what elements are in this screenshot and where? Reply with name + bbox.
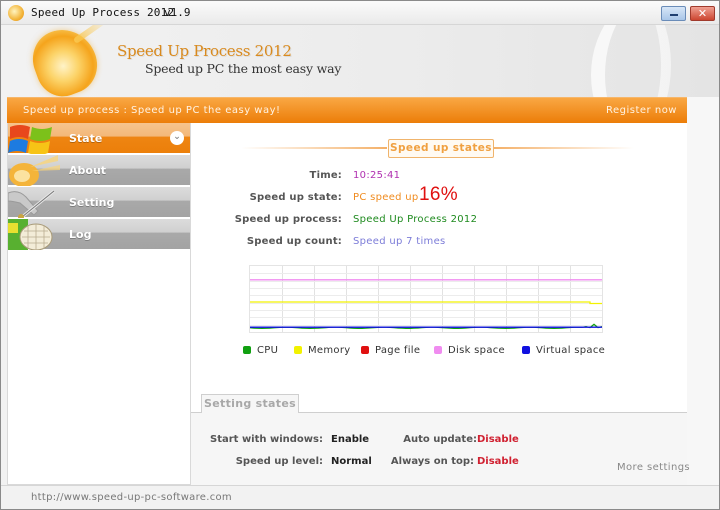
sidebar-item-label: State bbox=[69, 132, 103, 145]
legend-label: Disk space bbox=[448, 345, 505, 356]
close-icon: ✕ bbox=[697, 7, 708, 20]
register-now-link[interactable]: Register now bbox=[606, 105, 677, 116]
banner-subtitle: Speed up PC the most easy way bbox=[145, 61, 342, 76]
setting-states-panel bbox=[191, 412, 687, 485]
status-bar: http://www.speed-up-pc-software.com bbox=[1, 485, 719, 509]
sidebar: State ⌄ About Setting Log bbox=[7, 123, 191, 485]
tab-setting-states[interactable]: Setting states bbox=[201, 394, 299, 413]
app-window: Speed Up Process 2012 v1.9 ✕ Speed Up Pr… bbox=[0, 0, 720, 510]
tagline-text: Speed up process : Speed up PC the easy … bbox=[23, 105, 281, 116]
banner-title: Speed Up Process 2012 bbox=[117, 42, 292, 60]
window-title: Speed Up Process 2012 bbox=[31, 6, 175, 19]
divider bbox=[241, 147, 387, 149]
minimize-button[interactable] bbox=[661, 6, 686, 21]
website-link[interactable]: http://www.speed-up-pc-software.com bbox=[31, 492, 232, 503]
speed-up-count-value: Speed up 7 times bbox=[353, 236, 446, 247]
window-version: v1.9 bbox=[164, 6, 191, 19]
logo-flame-icon bbox=[8, 155, 60, 186]
logo-flame-icon bbox=[24, 25, 106, 97]
sidebar-item-about[interactable]: About bbox=[8, 155, 190, 186]
sidebar-item-state[interactable]: State ⌄ bbox=[8, 123, 190, 154]
time-label: Time: bbox=[309, 170, 342, 181]
sidebar-item-log[interactable]: Log bbox=[8, 219, 190, 250]
resource-graph-canvas bbox=[250, 266, 602, 332]
title-bar[interactable]: Speed Up Process 2012 v1.9 ✕ bbox=[1, 1, 719, 25]
speed-up-level-label: Speed up level: bbox=[235, 456, 323, 467]
banner-decoration bbox=[591, 25, 719, 97]
start-with-windows-label: Start with windows: bbox=[210, 434, 323, 445]
legend-swatch bbox=[294, 346, 302, 354]
sidebar-item-label: About bbox=[69, 164, 107, 177]
close-button[interactable]: ✕ bbox=[690, 6, 715, 21]
legend-label: Page file bbox=[375, 345, 421, 356]
right-margin bbox=[687, 97, 719, 485]
legend-swatch bbox=[361, 346, 369, 354]
logo-streak-decoration bbox=[72, 25, 110, 44]
windows-flag-icon bbox=[8, 123, 60, 154]
always-on-top-value: Disable bbox=[477, 456, 519, 467]
speed-up-level-value: Normal bbox=[331, 456, 372, 467]
sidebar-item-label: Log bbox=[69, 228, 92, 241]
legend-label: CPU bbox=[257, 345, 279, 356]
start-with-windows-value: Enable bbox=[331, 434, 370, 445]
header-banner: Speed Up Process 2012 Speed up PC the mo… bbox=[1, 25, 719, 97]
sidebar-item-setting[interactable]: Setting bbox=[8, 187, 190, 218]
chevron-down-icon[interactable]: ⌄ bbox=[170, 131, 184, 145]
always-on-top-label: Always on top: bbox=[390, 456, 474, 467]
speed-up-process-value: Speed Up Process 2012 bbox=[353, 214, 478, 225]
legend-swatch bbox=[243, 346, 251, 354]
speed-up-count-label: Speed up count: bbox=[246, 236, 342, 247]
speed-up-state-value: PC speed up bbox=[353, 192, 419, 203]
more-settings-link[interactable]: More settings bbox=[617, 462, 690, 473]
tagline-bar: Speed up process : Speed up PC the easy … bbox=[7, 97, 687, 123]
section-title-speed-up-states: Speed up states bbox=[388, 139, 494, 158]
legend-label: Virtual space bbox=[536, 345, 606, 356]
legend-label: Memory bbox=[308, 345, 351, 356]
legend-swatch bbox=[522, 346, 530, 354]
log-globe-icon bbox=[8, 219, 60, 250]
wrench-tool-icon bbox=[8, 187, 60, 218]
legend-swatch bbox=[434, 346, 442, 354]
time-value: 10:25:41 bbox=[353, 170, 401, 181]
divider bbox=[494, 147, 634, 149]
speed-up-process-label: Speed up process: bbox=[234, 214, 342, 225]
resource-graph bbox=[249, 265, 603, 333]
auto-update-value: Disable bbox=[477, 434, 519, 445]
auto-update-label: Auto update: bbox=[403, 434, 477, 445]
speed-up-percent: 16% bbox=[419, 184, 458, 205]
speed-up-state-label: Speed up state: bbox=[249, 192, 342, 203]
sidebar-item-label: Setting bbox=[69, 196, 115, 209]
minimize-icon bbox=[670, 14, 678, 16]
app-icon bbox=[8, 5, 24, 21]
